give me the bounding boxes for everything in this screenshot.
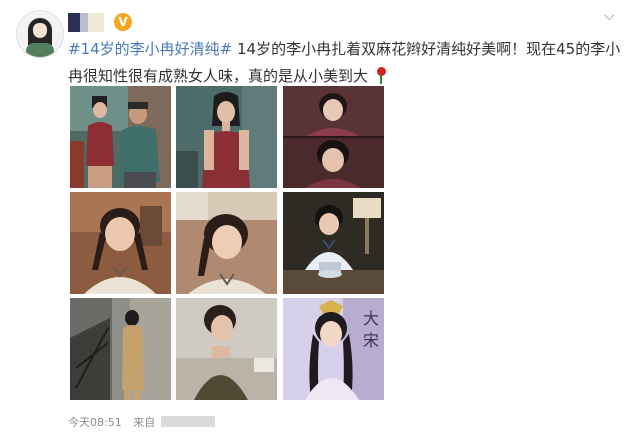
user-avatar[interactable] (16, 10, 64, 58)
photo-4[interactable] (70, 192, 171, 294)
hashtag-link[interactable]: #14岁的李小冉好清纯# (68, 40, 232, 58)
photo-grid: 大 宋 (70, 86, 386, 401)
photo-8[interactable] (176, 298, 277, 400)
svg-text:大: 大 (363, 309, 379, 328)
photo-2[interactable] (176, 86, 277, 188)
post-text: #14岁的李小冉好清纯# 14岁的李小冉扎着双麻花辫好清纯好美啊！现在45的李小… (68, 36, 628, 90)
photo-9[interactable]: 大 宋 (283, 298, 384, 400)
photo-1[interactable] (70, 86, 171, 188)
username-redacted[interactable] (68, 13, 104, 32)
post-source-redacted (160, 416, 215, 427)
photo-6[interactable] (283, 192, 384, 294)
rose-emoji-icon (375, 67, 387, 84)
avatar-sweater (26, 43, 54, 57)
post-meta: 今天08:51 来自 (68, 414, 215, 430)
verified-badge-icon: V (114, 13, 132, 31)
post-time[interactable]: 今天08:51 (68, 416, 122, 429)
avatar-face (33, 23, 47, 38)
chevron-down-icon[interactable]: ⌵ (604, 8, 615, 24)
weibo-post-card: V ⌵ #14岁的李小冉好清纯# 14岁的李小冉扎着双麻花辫好清纯好美啊！现在4… (0, 0, 640, 439)
photo-5[interactable] (176, 192, 277, 294)
photo-7[interactable] (70, 298, 171, 400)
post-source-prefix: 来自 (133, 416, 156, 429)
svg-text:宋: 宋 (363, 331, 379, 350)
photo-3[interactable] (283, 86, 384, 188)
